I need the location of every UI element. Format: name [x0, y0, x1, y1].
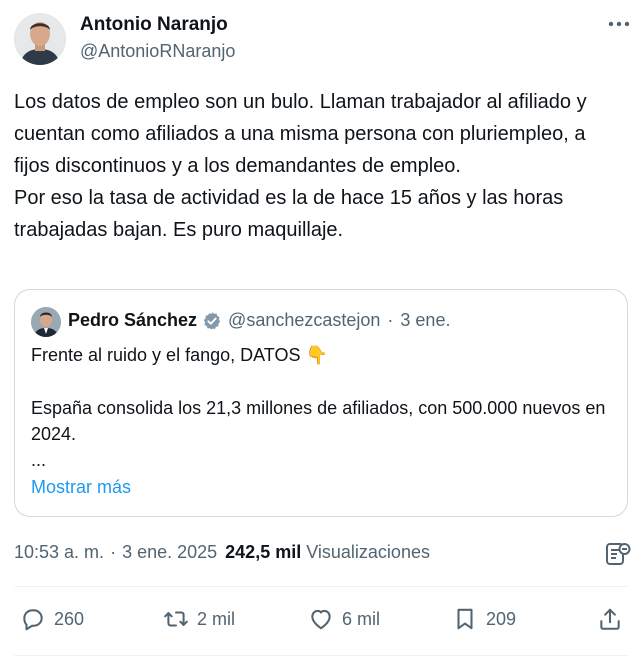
tweet-meta: 10:53 a. m. · 3 ene. 2025 242,5 mil Visu…: [14, 542, 430, 563]
analytics-icon: [606, 543, 631, 565]
tweet-date[interactable]: 3 ene. 2025: [122, 542, 217, 563]
quote-author-handle[interactable]: @sanchezcastejon: [228, 310, 380, 331]
divider: [14, 586, 628, 587]
pointing-down-emoji: 👇: [305, 345, 328, 365]
quoted-tweet[interactable]: Pedro Sánchez @sanchezcastejon · 3 ene. …: [14, 289, 628, 517]
more-options-button[interactable]: [604, 12, 634, 36]
tweet-paragraph: Los datos de empleo son un bulo. Llaman …: [14, 91, 587, 177]
tweet-text: Los datos de empleo son un bulo. Llaman …: [14, 86, 626, 246]
share-icon: [600, 608, 620, 630]
reply-icon: [23, 609, 43, 631]
bookmark-button[interactable]: 209: [452, 604, 516, 634]
like-button[interactable]: 6 mil: [308, 604, 380, 634]
quote-author-name[interactable]: Pedro Sánchez: [68, 310, 197, 331]
more-icon: [608, 21, 630, 27]
author-name[interactable]: Antonio Naranjo: [80, 14, 228, 36]
like-count: 6 mil: [342, 608, 381, 629]
repost-count: 2 mil: [197, 608, 236, 629]
quote-date[interactable]: 3 ene.: [400, 310, 450, 331]
quote-separator: ·: [387, 310, 394, 330]
verified-badge-icon: [202, 311, 222, 331]
repost-button[interactable]: 2 mil: [163, 604, 235, 634]
author-handle[interactable]: @AntonioRNaranjo: [80, 41, 235, 62]
reply-button[interactable]: 260: [20, 604, 84, 634]
views-label: Visualizaciones: [306, 542, 430, 562]
show-more-link[interactable]: Mostrar más: [31, 477, 131, 498]
reply-count: 260: [54, 608, 85, 629]
quote-line: España consolida los 21,3 millones de af…: [31, 398, 606, 444]
quote-text: Frente al ruido y el fango, DATOS 👇 Espa…: [31, 342, 611, 473]
quote-avatar: [31, 307, 61, 337]
views-count: 242,5 mil: [225, 542, 302, 562]
quote-line: Frente al ruido y el fango, DATOS: [31, 345, 301, 365]
tweet-time[interactable]: 10:53 a. m.: [14, 542, 104, 563]
quote-header: Pedro Sánchez @sanchezcastejon · 3 ene.: [68, 310, 450, 331]
bookmark-count: 209: [486, 608, 517, 629]
meta-separator: ·: [110, 542, 117, 562]
quote-ellipsis: ...: [31, 450, 47, 470]
analytics-button[interactable]: [604, 540, 632, 568]
tweet-paragraph: Por eso la tasa de actividad es la de ha…: [14, 187, 564, 241]
repost-icon: [164, 611, 188, 627]
share-button[interactable]: [597, 604, 631, 634]
bookmark-icon: [457, 608, 473, 630]
heart-icon: [311, 609, 331, 630]
divider: [14, 655, 628, 656]
author-avatar[interactable]: [14, 13, 66, 65]
